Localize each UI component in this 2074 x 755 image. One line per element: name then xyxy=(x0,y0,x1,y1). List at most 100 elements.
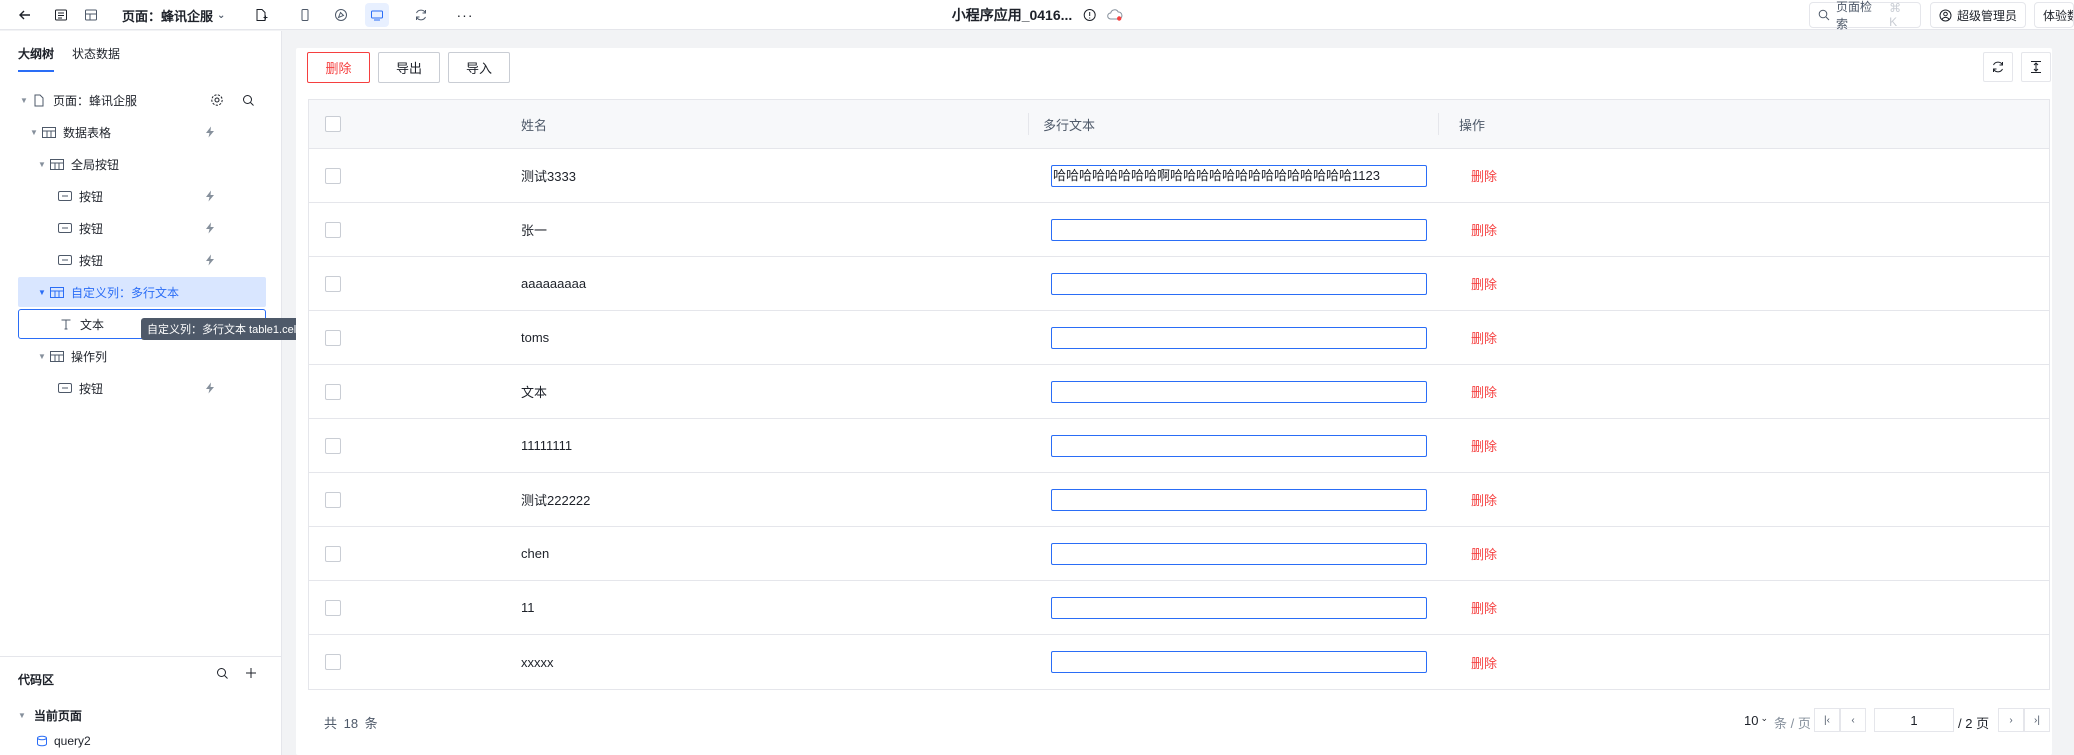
cell-multiline-input[interactable] xyxy=(1051,435,1427,457)
column-divider[interactable] xyxy=(1028,113,1029,135)
column-divider[interactable] xyxy=(1438,113,1439,135)
table-icon xyxy=(48,286,66,298)
tree-item-button[interactable]: 按钮 xyxy=(18,213,266,243)
row-checkbox[interactable] xyxy=(325,329,341,346)
tree-item-button[interactable]: 按钮 xyxy=(18,373,266,403)
cell-multiline-input[interactable] xyxy=(1051,651,1427,673)
table-row: xxxxx 删除 xyxy=(309,635,2049,689)
cell-multiline-input[interactable] xyxy=(1051,597,1427,619)
row-checkbox[interactable] xyxy=(325,437,341,454)
search-icon[interactable] xyxy=(216,667,229,680)
tree-item-button[interactable]: 按钮 xyxy=(18,245,266,275)
first-page-icon[interactable]: |‹ xyxy=(1814,708,1840,732)
next-page-icon[interactable]: › xyxy=(1998,708,2024,732)
settings-icon[interactable] xyxy=(210,93,224,107)
admin-account-button[interactable]: 超级管理员 xyxy=(1930,2,2026,28)
import-button[interactable]: 导入 xyxy=(448,52,510,83)
caret-down-icon[interactable]: ▼ xyxy=(28,128,40,137)
tree-item-page[interactable]: ▼ 页面：蜂讯企服 xyxy=(18,85,266,115)
tree-item-label: 操作列 xyxy=(71,349,108,364)
row-checkbox[interactable] xyxy=(325,275,341,292)
cell-multiline-input[interactable] xyxy=(1051,381,1427,403)
row-delete-link[interactable]: 删除 xyxy=(1471,382,1497,401)
cell-multiline-input[interactable] xyxy=(1051,543,1427,565)
cell-name: 张一 xyxy=(521,223,548,238)
cell-name: aaaaaaaaa xyxy=(521,276,587,291)
export-button[interactable]: 导出 xyxy=(378,52,440,83)
event-bolt-icon[interactable] xyxy=(204,126,216,138)
row-checkbox[interactable] xyxy=(325,221,341,238)
table-row: 张一 删除 xyxy=(309,203,2049,257)
table-row: toms 删除 xyxy=(309,311,2049,365)
row-checkbox[interactable] xyxy=(325,545,341,562)
tree-item-data-table[interactable]: ▼ 数据表格 xyxy=(18,117,266,147)
table-icon xyxy=(40,126,58,138)
desktop-preview-icon[interactable] xyxy=(365,3,389,27)
row-delete-link[interactable]: 删除 xyxy=(1471,220,1497,239)
tree-item-label: 数据表格 xyxy=(63,125,112,140)
page-search-button[interactable]: 页面检索 ⌘ K xyxy=(1809,0,1921,31)
prev-page-icon[interactable]: ‹ xyxy=(1840,708,1866,732)
cell-multiline-input[interactable]: 哈哈哈哈哈哈哈哈啊哈哈哈哈哈哈哈哈哈哈哈哈哈哈1123 xyxy=(1051,165,1427,187)
event-bolt-icon[interactable] xyxy=(204,382,216,394)
row-checkbox[interactable] xyxy=(325,654,341,670)
tab-outline-tree[interactable]: 大纲树 xyxy=(18,45,55,72)
delete-button[interactable]: 删除 xyxy=(307,52,370,83)
select-all-checkbox[interactable] xyxy=(325,116,341,132)
event-bolt-icon[interactable] xyxy=(204,190,216,202)
tree-item-action-column[interactable]: ▼ 操作列 xyxy=(18,341,266,371)
layout-view-icon[interactable] xyxy=(80,0,102,30)
refresh-button[interactable] xyxy=(1983,52,2013,82)
page-size-select[interactable]: 10 ⌄ 条 / 页 xyxy=(1744,713,1811,732)
row-delete-link[interactable]: 删除 xyxy=(1471,436,1497,455)
search-icon[interactable] xyxy=(242,94,255,107)
tab-state-data[interactable]: 状态数据 xyxy=(72,45,120,72)
row-delete-link[interactable]: 删除 xyxy=(1471,166,1497,185)
new-page-icon[interactable] xyxy=(250,0,272,30)
cloud-sync-icon[interactable] xyxy=(1106,8,1123,22)
row-delete-link[interactable]: 删除 xyxy=(1471,653,1497,672)
row-delete-link[interactable]: 删除 xyxy=(1471,544,1497,563)
page-selector[interactable]: 页面：蜂讯企服 ⌄ xyxy=(122,0,225,30)
page-number-input[interactable]: 1 xyxy=(1874,708,1954,732)
row-checkbox[interactable] xyxy=(325,383,341,400)
caret-down-icon[interactable]: ▼ xyxy=(36,288,48,297)
refresh-icon[interactable] xyxy=(410,0,432,30)
add-icon[interactable] xyxy=(245,667,257,680)
row-delete-link[interactable]: 删除 xyxy=(1471,274,1497,293)
row-checkbox[interactable] xyxy=(325,599,341,616)
outline-view-icon[interactable] xyxy=(50,0,72,30)
cell-multiline-input[interactable] xyxy=(1051,219,1427,241)
table-row: 文本 删除 xyxy=(309,365,2049,419)
more-icon[interactable]: ··· xyxy=(454,0,476,30)
row-delete-link[interactable]: 删除 xyxy=(1471,328,1497,347)
cell-multiline-input[interactable] xyxy=(1051,273,1427,295)
caret-down-icon[interactable]: ▼ xyxy=(36,352,48,361)
cell-multiline-input[interactable] xyxy=(1051,489,1427,511)
tree-item-custom-column-multiline[interactable]: ▼ 自定义列：多行文本 xyxy=(18,277,266,307)
row-height-button[interactable] xyxy=(2021,52,2051,82)
query-item[interactable]: query2 xyxy=(36,734,91,748)
info-icon[interactable] xyxy=(1082,8,1096,22)
back-arrow-icon[interactable] xyxy=(14,0,36,30)
row-delete-link[interactable]: 删除 xyxy=(1471,490,1497,509)
event-bolt-icon[interactable] xyxy=(204,222,216,234)
trial-button[interactable]: 体验数 xyxy=(2034,2,2074,28)
mobile-preview-icon[interactable] xyxy=(294,0,316,30)
current-page-group[interactable]: ▼ 当前页面 xyxy=(18,707,82,724)
last-page-icon[interactable]: ›| xyxy=(2024,708,2050,732)
cell-name: 文本 xyxy=(521,385,548,400)
admin-label: 超级管理员 xyxy=(1957,8,2018,23)
caret-down-icon[interactable]: ▼ xyxy=(18,96,30,105)
cell-name: 测试3333 xyxy=(521,169,576,184)
cell-multiline-input[interactable] xyxy=(1051,327,1427,349)
row-delete-link[interactable]: 删除 xyxy=(1471,598,1497,617)
row-checkbox[interactable] xyxy=(325,167,341,184)
event-bolt-icon[interactable] xyxy=(204,254,216,266)
web-preview-icon[interactable] xyxy=(330,0,352,30)
row-checkbox[interactable] xyxy=(325,491,341,508)
tree-item-global-buttons[interactable]: ▼ 全局按钮 xyxy=(18,149,266,179)
tree-item-button[interactable]: 按钮 xyxy=(18,181,266,211)
row-height-icon xyxy=(2029,60,2043,74)
caret-down-icon[interactable]: ▼ xyxy=(36,160,48,169)
